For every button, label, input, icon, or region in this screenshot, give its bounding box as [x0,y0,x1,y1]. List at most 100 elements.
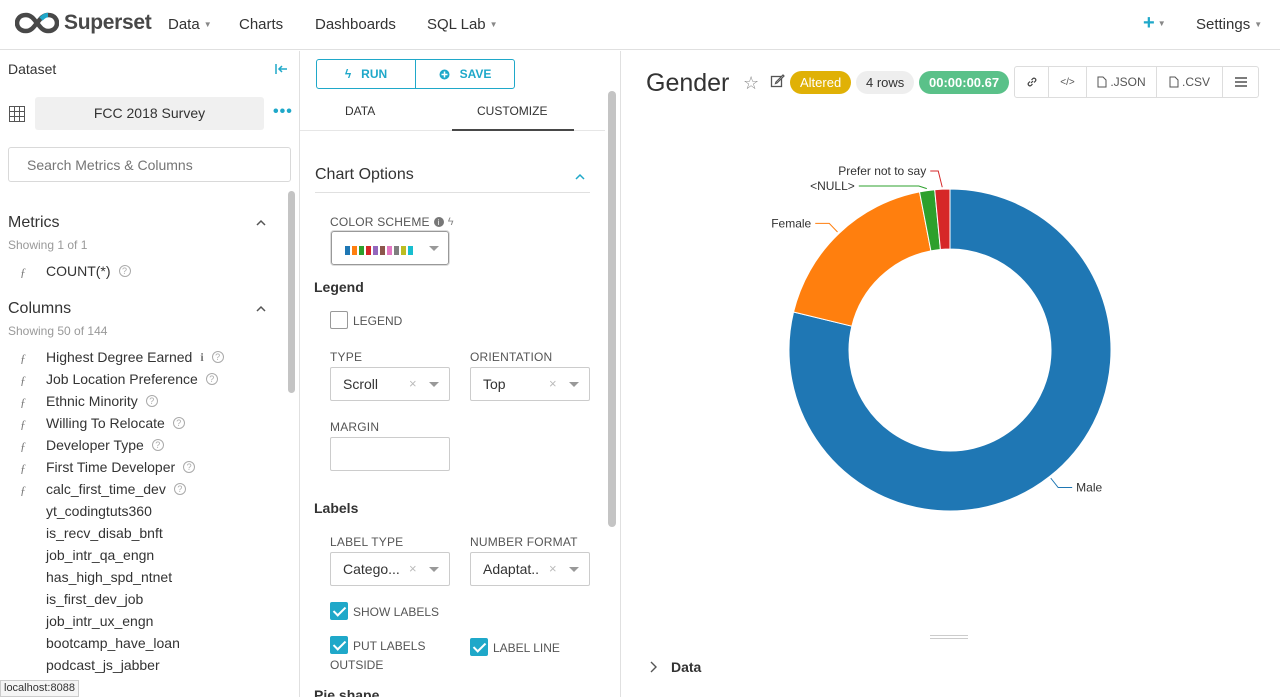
chevron-up-icon[interactable] [575,172,585,182]
function-icon: ƒ [20,461,26,475]
column-item[interactable]: ƒ Willing To Relocate? [0,414,285,436]
altered-badge[interactable]: Altered [790,71,852,94]
clear-icon[interactable]: × [409,561,417,576]
chevron-up-icon[interactable] [256,218,266,228]
column-item[interactable]: job_intr_ux_engn [0,612,285,634]
query-timer-badge: 00:00:00.67 [919,71,1010,94]
pie-slice[interactable] [792,191,932,327]
color-swatch [359,246,364,255]
collapse-panel-icon[interactable] [275,63,288,75]
legend-orientation-value: Top [483,376,506,392]
column-item[interactable]: bootcamp_have_loan [0,634,285,656]
column-item[interactable]: ƒ Highest Degree Earned i? [0,348,285,370]
column-item[interactable]: yt_codingtuts360 [0,502,285,524]
chart-title[interactable]: Gender [646,69,729,98]
column-item[interactable]: job_intr_qa_engn [0,546,285,568]
columns-section-title[interactable]: Columns [8,300,71,318]
control-panel-scrollbar[interactable] [608,91,616,527]
nav-sqllab-label: SQL Lab [427,16,486,33]
orientation-label: ORIENTATION [470,350,553,364]
row-count-badge: 4 rows [856,71,915,94]
function-icon: ƒ [20,395,26,409]
column-item[interactable]: has_high_spd_ntnet [0,568,285,590]
metrics-section-title[interactable]: Metrics [8,214,60,232]
run-button[interactable]: ϟ RUN [317,60,415,88]
legend-type-select[interactable]: Scroll × [330,367,450,401]
run-save-button-group: ϟ RUN SAVE [316,59,515,89]
legend-checkbox[interactable] [330,311,348,329]
settings-menu[interactable]: Settings ▼ [1196,16,1262,33]
column-item[interactable]: is_first_dev_job [0,590,285,612]
link-icon [1027,77,1036,87]
label-type-select[interactable]: Catego... × [330,552,450,586]
clear-icon[interactable]: × [409,376,417,391]
nav-data-menu[interactable]: Data ▼ [168,16,212,33]
caret-down-icon: ▼ [1254,20,1263,29]
column-name: Ethnic Minority [46,393,138,409]
column-name: is_recv_disab_bnft [46,525,163,541]
column-name: yt_codingtuts360 [46,503,152,519]
caret-down-icon [429,382,439,387]
column-item[interactable]: ƒ First Time Developer? [0,458,285,480]
chevron-up-icon[interactable] [256,304,266,314]
legend-orientation-select[interactable]: Top × [470,367,590,401]
function-icon: ƒ [20,351,26,365]
resize-handle[interactable] [930,635,968,639]
help-icon: ? [145,395,158,407]
dataset-panel-scrollbar[interactable] [288,191,295,393]
column-name: Willing To Relocate [46,415,165,431]
data-pane-toggle[interactable]: Data [649,659,701,675]
copy-link-button[interactable] [1015,67,1048,97]
column-item[interactable]: ƒ Job Location Preference? [0,370,285,392]
save-button[interactable]: SAVE [415,60,514,88]
number-format-label: NUMBER FORMAT [470,535,578,549]
active-tab-indicator [452,129,574,131]
export-json-button[interactable]: .JSON [1086,67,1156,97]
color-scheme-select[interactable] [331,231,449,265]
new-menu-button[interactable]: + ▼ [1143,12,1166,35]
nav-charts-label: Charts [239,16,284,33]
export-csv-button[interactable]: .CSV [1156,67,1222,97]
label-line-checkbox[interactable] [470,638,488,656]
nav-charts-link[interactable]: Charts [239,16,283,33]
chart-container: Gender ☆ Altered 4 rows 00:00:00.67 </> … [621,51,1280,697]
nav-dashboards-link[interactable]: Dashboards [315,16,396,33]
show-labels-checkbox[interactable] [330,602,348,620]
embed-code-button[interactable]: </> [1048,67,1086,97]
dataset-name[interactable]: FCC 2018 Survey [35,97,264,130]
hamburger-menu-icon [1234,77,1247,87]
column-name: job_intr_qa_engn [46,547,155,563]
more-options-icon[interactable]: ••• [273,103,293,121]
show-labels-label: SHOW LABELS [353,605,440,619]
column-name: calc_first_time_dev [46,481,166,497]
metric-item[interactable]: ƒ COUNT(*) ? [0,262,285,284]
tab-customize[interactable]: CUSTOMIZE [477,104,547,118]
nav-sqllab-menu[interactable]: SQL Lab ▼ [427,16,498,33]
metric-name: COUNT(*) [46,263,111,279]
column-item[interactable]: ƒ Developer Type? [0,436,285,458]
number-format-select[interactable]: Adaptat.. × [470,552,590,586]
edit-icon[interactable] [770,73,785,88]
section-divider [315,192,590,193]
clear-icon[interactable]: × [549,376,557,391]
column-item[interactable]: ƒ calc_first_time_dev? [0,480,285,502]
margin-input[interactable] [330,437,450,471]
column-name: Developer Type [46,437,144,453]
column-item[interactable]: podcast_js_jabber [0,656,285,678]
tab-data[interactable]: DATA [345,104,375,118]
star-icon[interactable]: ☆ [743,73,759,94]
search-metrics-columns-input[interactable] [8,147,291,182]
put-labels-outside-checkbox[interactable] [330,636,348,654]
function-icon: ƒ [20,265,26,279]
chart-options-title[interactable]: Chart Options [315,166,414,184]
label-type-value: Catego... [343,561,400,577]
bolt-icon: ϟ [447,216,454,228]
more-actions-button[interactable] [1222,67,1258,97]
clear-icon[interactable]: × [549,561,557,576]
data-pane-label: Data [671,659,702,675]
help-icon: ? [211,351,224,363]
column-item[interactable]: is_recv_disab_bnft [0,524,285,546]
superset-logo[interactable]: Superset [15,11,152,35]
column-item[interactable]: ƒ Ethnic Minority? [0,392,285,414]
file-icon [1097,76,1107,88]
